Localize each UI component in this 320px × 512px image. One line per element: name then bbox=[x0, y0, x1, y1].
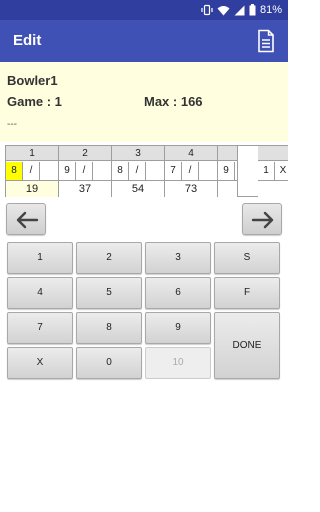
frame-number: 4 bbox=[165, 146, 217, 161]
game-number: Game : 1 bbox=[7, 94, 62, 109]
roll-cell[interactable]: / bbox=[182, 162, 199, 180]
key-5[interactable]: 5 bbox=[76, 277, 142, 309]
frame-number: 1 bbox=[6, 146, 58, 161]
document-button[interactable] bbox=[256, 29, 276, 53]
roll-cell[interactable]: 9 bbox=[218, 162, 235, 180]
key-0[interactable]: 0 bbox=[76, 347, 142, 379]
status-icons: 81% bbox=[201, 3, 282, 17]
key-8[interactable]: 8 bbox=[76, 312, 142, 344]
next-frame-button[interactable] bbox=[242, 203, 282, 235]
key-3[interactable]: 3 bbox=[145, 242, 211, 274]
key-7[interactable]: 7 bbox=[7, 312, 73, 344]
frame-2[interactable]: 2 9 / 37 bbox=[58, 145, 112, 197]
roll-cell[interactable]: X bbox=[275, 162, 288, 180]
frame-4[interactable]: 4 7 / 73 bbox=[164, 145, 218, 197]
frame-total: 19 bbox=[6, 180, 58, 197]
done-button[interactable]: DONE bbox=[214, 312, 280, 379]
key-1[interactable]: 1 bbox=[7, 242, 73, 274]
document-icon bbox=[258, 29, 274, 53]
key-4[interactable]: 4 bbox=[7, 277, 73, 309]
frame-total: 37 bbox=[59, 180, 111, 197]
roll-cell[interactable]: / bbox=[129, 162, 146, 180]
vibrate-icon bbox=[201, 4, 213, 16]
frame-1[interactable]: 1 8 / 19 bbox=[5, 145, 59, 197]
pin-keypad: 1 2 3 S 4 5 6 F 7 8 9 DONE X 0 10 bbox=[7, 242, 281, 382]
app-bar: Edit bbox=[0, 20, 288, 62]
roll-cell[interactable]: 1 bbox=[258, 162, 275, 180]
battery-icon bbox=[249, 4, 256, 16]
bowler-name: Bowler1 bbox=[7, 73, 58, 88]
roll-cell[interactable]: 8 bbox=[112, 162, 129, 180]
frame-total: 54 bbox=[112, 180, 164, 197]
miss-button[interactable]: X bbox=[7, 347, 73, 379]
roll-cell[interactable]: / bbox=[76, 162, 93, 180]
frame-number: 2 bbox=[59, 146, 111, 161]
status-bar: 81% bbox=[0, 0, 288, 20]
roll-cell-selected[interactable]: 8 bbox=[6, 162, 23, 180]
frame-total: 73 bbox=[165, 180, 217, 197]
roll-cell[interactable]: / bbox=[23, 162, 40, 180]
roll-cell[interactable]: 7 bbox=[165, 162, 182, 180]
signal-icon bbox=[234, 5, 245, 15]
frame-6[interactable]: 1 X 1 bbox=[237, 145, 288, 197]
arrow-left-icon bbox=[16, 211, 39, 229]
arrow-right-icon bbox=[251, 211, 274, 229]
frame-number: 3 bbox=[112, 146, 164, 161]
foul-button[interactable]: F bbox=[214, 277, 280, 309]
wifi-icon bbox=[217, 5, 230, 15]
key-9[interactable]: 9 bbox=[145, 312, 211, 344]
frame-3[interactable]: 3 8 / 54 bbox=[111, 145, 165, 197]
max-score: Max : 166 bbox=[144, 94, 203, 109]
score-sheet: 1 8 / 19 2 9 / 37 3 8 / 54 4 7 / 73 5 9 … bbox=[5, 145, 288, 197]
previous-frame-button[interactable] bbox=[6, 203, 46, 235]
bowler-info-panel: Bowler1 Game : 1 Max : 166 --- bbox=[0, 62, 288, 142]
roll-cell[interactable]: 9 bbox=[59, 162, 76, 180]
strike-button[interactable]: S bbox=[214, 242, 280, 274]
frame-total: 1 bbox=[258, 180, 288, 197]
key-2[interactable]: 2 bbox=[76, 242, 142, 274]
key-10: 10 bbox=[145, 347, 211, 379]
frame-number bbox=[258, 146, 288, 161]
game-note: --- bbox=[7, 119, 17, 130]
battery-percent: 81% bbox=[259, 4, 282, 16]
app-title: Edit bbox=[13, 32, 42, 49]
key-6[interactable]: 6 bbox=[145, 277, 211, 309]
